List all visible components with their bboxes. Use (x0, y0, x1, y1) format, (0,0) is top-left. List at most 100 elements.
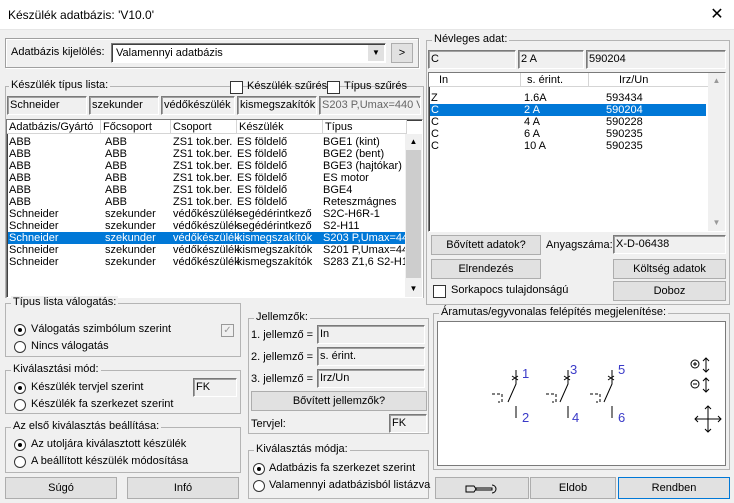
device-filter-checkbox[interactable] (230, 81, 243, 94)
close-button[interactable]: ✕ (706, 4, 728, 26)
first-modify-radio[interactable] (14, 456, 26, 468)
selmode-all-radio[interactable] (253, 480, 265, 492)
wrench-icon (465, 484, 497, 494)
nominal-cell: 590235 (606, 128, 643, 140)
table-cell: ABB (105, 172, 128, 184)
info-button[interactable]: Infó (127, 477, 239, 499)
table-cell: ABB (9, 148, 32, 160)
db-go-button[interactable]: > (391, 43, 413, 63)
mode-tag-value[interactable]: FK (193, 378, 237, 397)
table-cell: szekunder (105, 244, 156, 256)
filter-group[interactable]: védőkészülék (161, 96, 235, 115)
first-last-radio[interactable] (14, 439, 26, 451)
filter-manufacturer[interactable]: Schneider (7, 96, 87, 115)
nominal-cell: C (431, 104, 439, 116)
selmode-tree-radio[interactable] (253, 463, 265, 475)
table-cell: védőkészülék (173, 244, 240, 256)
window-title: Készülék adatbázis: 'V10.0' (8, 8, 155, 22)
table-row[interactable]: ABB ABB ZS1 tok.ber. ES földelő BGE3 (hajtók… (8, 160, 405, 172)
filter-main-group[interactable]: szekunder (89, 96, 159, 115)
nominal-row[interactable]: C 6 A 590235 (430, 128, 706, 140)
table-cell: ABB (9, 196, 32, 208)
table-cell: védőkészülék (173, 232, 240, 244)
diagram-canvas[interactable]: 1 2 3 4 5 6 (437, 321, 726, 466)
table-row[interactable]: ABB ABB ZS1 tok.ber. ES földelő BGE1 (kint) (8, 136, 405, 148)
table-cell: ZS1 tok.ber. (173, 136, 233, 148)
type-list-scrollbar[interactable]: ▲ ▼ (405, 134, 422, 297)
arrange-button[interactable]: Elrendezés (431, 259, 541, 279)
nominal-col-in[interactable]: In (429, 73, 521, 87)
table-row[interactable]: Schneider szekunder védőkészülék kismegszak… (8, 244, 422, 256)
nominal-col-contact[interactable]: s. érint. (521, 73, 589, 87)
nominal-row[interactable]: Z 1.6A 593434 (430, 92, 706, 104)
table-row[interactable]: Schneider szekunder védőkészülék segédérint… (8, 220, 405, 232)
filter-device[interactable]: kismegszakítók (237, 96, 317, 115)
type-list-table[interactable]: Adatbázis/Gyártó Főcsoport Csoport Készü… (6, 119, 423, 298)
sort-symbol-checkbox[interactable]: ✓ (221, 324, 234, 337)
type-filter-checkbox[interactable] (327, 81, 340, 94)
nominal-row[interactable]: C 4 A 590228 (430, 116, 706, 128)
nominal-scrollbar[interactable]: ▲ ▼ (708, 73, 725, 231)
mode-label: Kiválasztási mód: (11, 363, 101, 375)
sort-none-radio[interactable] (14, 341, 26, 353)
nominal-scroll-down-icon[interactable]: ▼ (708, 215, 725, 231)
prop1-label: 1. jellemző = (251, 329, 314, 341)
table-row[interactable]: ABB ABB ZS1 tok.ber. ES földelő ES motor (8, 172, 405, 184)
table-cell: Reteszmágnes (323, 196, 397, 208)
col-header-type[interactable]: Típus (323, 120, 407, 134)
nominal-row[interactable]: C 10 A 590235 (430, 140, 706, 152)
scroll-up-icon[interactable]: ▲ (405, 134, 422, 150)
first-modify-label: A beállított készülék módosítása (31, 455, 189, 467)
db-select-combo[interactable]: Valamennyi adatbázis ▼ (111, 43, 386, 63)
terminal-5: 5 (618, 362, 625, 377)
col-header-device[interactable]: Készülék (237, 120, 323, 134)
diagram-label: Áramutas/egyvonalas felépítés megjelenít… (439, 306, 669, 318)
wrench-button[interactable] (435, 477, 529, 499)
discard-button[interactable]: Eldob (530, 477, 616, 499)
chevron-down-icon[interactable]: ▼ (368, 45, 384, 61)
extended-props-button[interactable]: Bővített jellemzők? (251, 391, 427, 411)
table-cell: ES földelő (237, 160, 288, 172)
nominal-scroll-up-icon[interactable]: ▲ (708, 73, 725, 89)
mode-tag-radio[interactable] (14, 382, 26, 394)
props-label: Jellemzők: (254, 311, 310, 323)
nominal-cell: 590235 (606, 140, 643, 152)
prop2-value: s. érint. (317, 347, 425, 366)
col-header-group[interactable]: Csoport (171, 120, 237, 134)
table-cell: kismegszakítók (237, 244, 313, 256)
table-cell: szekunder (105, 256, 156, 268)
table-cell: ABB (105, 196, 128, 208)
table-cell: Schneider (9, 244, 59, 256)
table-row[interactable]: Schneider szekunder védőkészülék kismegszak… (8, 256, 413, 268)
nominal-table[interactable]: In s. érint. Irz/Un Z 1.6A 593434 C 2 A 59020… (428, 72, 726, 232)
table-cell: ABB (9, 136, 32, 148)
ok-button[interactable]: Rendben (618, 477, 730, 499)
col-header-main-group[interactable]: Főcsoport (101, 120, 171, 134)
table-row[interactable]: Schneider szekunder védőkészülék segédérint… (8, 208, 405, 220)
sort-none-label: Nincs válogatás (31, 340, 109, 352)
mode-tree-radio[interactable] (14, 399, 26, 411)
terminal-checkbox[interactable] (433, 285, 446, 298)
cost-data-button[interactable]: Költség adatok (613, 259, 726, 279)
col-header-manufacturer[interactable]: Adatbázis/Gyártó (7, 120, 101, 134)
table-cell: BGE3 (hajtókar) (323, 160, 402, 172)
nominal-cell: Z (431, 92, 438, 104)
extended-data-button[interactable]: Bővített adatok? (431, 235, 541, 255)
material-value: X-D-06438 (613, 235, 726, 254)
table-row[interactable]: ABB ABB ZS1 tok.ber. ES földelő BGE4 (8, 184, 405, 196)
prop2-label: 2. jellemző = (251, 351, 314, 363)
box-button[interactable]: Doboz (613, 281, 726, 301)
sort-symbol-label: Válogatás szimbólum szerint (31, 323, 172, 335)
nominal-row[interactable]: C 2 A 590204 (430, 104, 706, 116)
table-row[interactable]: Schneider szekunder védőkészülék kismegszak… (8, 232, 422, 244)
table-cell: Schneider (9, 256, 59, 268)
sort-symbol-radio[interactable] (14, 324, 26, 336)
table-row[interactable]: ABB ABB ZS1 tok.ber. ES földelő BGE2 (bent) (8, 148, 405, 160)
zoom-in-icon (690, 357, 710, 373)
nominal-col-irz[interactable]: Irz/Un (589, 73, 709, 87)
help-button[interactable]: Súgó (5, 477, 117, 499)
scroll-thumb[interactable] (406, 150, 421, 278)
scroll-down-icon[interactable]: ▼ (405, 281, 422, 297)
table-row[interactable]: ABB ABB ZS1 tok.ber. ES földelő Reteszmágnes (8, 196, 405, 208)
filter-type[interactable]: S203 P,Umax=440 V (319, 96, 421, 115)
